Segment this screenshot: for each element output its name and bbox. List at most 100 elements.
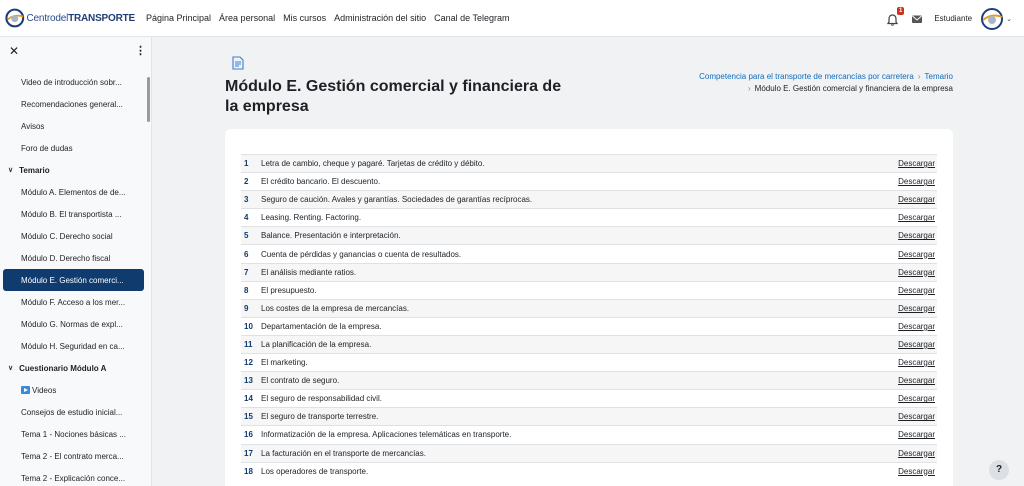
topics-table: 1 Letra de cambio, cheque y pagaré. Tarje… <box>241 154 937 480</box>
table-row: 9 Los costes de la empresa de mercancías.… <box>241 298 937 317</box>
nav-link-my-courses[interactable]: Mis cursos <box>283 13 326 23</box>
download-link[interactable]: Descargar <box>898 358 937 367</box>
drawer-item-label: Módulo F. Acceso a los mer... <box>21 297 126 307</box>
user-avatar[interactable] <box>981 7 1004 30</box>
table-row: 18 Los operadores de transporte. Descargar <box>241 461 937 480</box>
topic-number: 11 <box>244 339 253 349</box>
messages-envelope-icon[interactable] <box>910 12 924 26</box>
topic-title: La facturación en el transporte de merca… <box>261 448 426 458</box>
download-link[interactable]: Descargar <box>898 449 937 458</box>
topic-number: 14 <box>244 394 253 404</box>
topic-number: 17 <box>244 448 253 458</box>
nav-link-home[interactable]: Página Principal <box>146 13 211 23</box>
drawer-section[interactable]: ∨ Cuestionario Módulo A <box>0 357 148 379</box>
chevron-down-icon[interactable]: ∨ <box>8 364 13 372</box>
topic-title: Balance. Presentación e interpretación. <box>261 231 401 241</box>
topic-title: Departamentación de la empresa. <box>261 321 382 331</box>
download-link[interactable]: Descargar <box>898 376 937 385</box>
drawer-item-label: Foro de dudas <box>21 143 73 153</box>
topic-number: 3 <box>244 195 249 205</box>
table-row: 1 Letra de cambio, cheque y pagaré. Tarje… <box>241 154 937 173</box>
download-link[interactable]: Descargar <box>898 231 937 240</box>
topic-title: El seguro de transporte terrestre. <box>261 412 379 422</box>
drawer-item-label: Tema 2 - El contrato merca... <box>21 451 124 461</box>
nav-link-dashboard[interactable]: Área personal <box>219 13 275 23</box>
content-card: 1 Letra de cambio, cheque y pagaré. Tarje… <box>225 129 953 486</box>
drawer-item-label: Módulo A. Elementos de de... <box>21 187 126 197</box>
download-link[interactable]: Descargar <box>898 177 937 186</box>
topic-number: 6 <box>244 249 249 259</box>
download-link[interactable]: Descargar <box>898 195 937 204</box>
download-link[interactable]: Descargar <box>898 286 937 295</box>
download-link[interactable]: Descargar <box>898 430 937 439</box>
drawer-item[interactable]: Tema 2 - El contrato merca... <box>0 445 148 467</box>
download-link[interactable]: Descargar <box>898 322 937 331</box>
drawer-item[interactable]: Tema 2 - Explicación conce... <box>0 467 148 486</box>
topic-title: Los costes de la empresa de mercancías. <box>261 303 410 313</box>
drawer-item-label: Recomendaciones general... <box>21 99 123 109</box>
table-row: 3 Seguro de caución. Avales y garantías. … <box>241 190 937 209</box>
download-link[interactable]: Descargar <box>898 412 937 421</box>
drawer-item[interactable]: Módulo A. Elementos de de... <box>0 181 148 203</box>
course-index-drawer: ✕ ⋮ Video de introducción sobr... Recomen… <box>0 37 152 486</box>
drawer-item-label: Temario <box>19 165 50 175</box>
topic-number: 15 <box>244 412 253 422</box>
drawer-item[interactable]: Módulo F. Acceso a los mer... <box>0 291 148 313</box>
drawer-item[interactable]: Videos <box>0 379 148 401</box>
topic-number: 7 <box>244 267 249 277</box>
topic-number: 18 <box>244 466 253 476</box>
download-link[interactable]: Descargar <box>898 268 937 277</box>
drawer-item[interactable]: Módulo H. Seguridad en ca... <box>0 335 148 357</box>
drawer-item[interactable]: Módulo G. Normas de expl... <box>0 313 148 335</box>
drawer-item[interactable]: Módulo C. Derecho social <box>0 225 148 247</box>
drawer-item[interactable]: Módulo D. Derecho fiscal <box>0 247 148 269</box>
drawer-item[interactable]: Módulo E. Gestión comerci... <box>3 269 144 291</box>
drawer-item-label: Avisos <box>21 121 45 131</box>
user-name[interactable]: Estudiante <box>934 14 972 23</box>
drawer-section[interactable]: ∨ Temario <box>0 159 148 181</box>
drawer-item[interactable]: Avisos <box>0 115 148 137</box>
drawer-item[interactable]: Video de introducción sobr... <box>0 71 148 93</box>
page-title: Módulo E. Gestión comercial y financiera… <box>225 78 562 115</box>
topic-title: El crédito bancario. El descuento. <box>261 177 381 187</box>
notifications-button[interactable]: 1 <box>887 6 905 26</box>
table-row: 12 El marketing. Descargar <box>241 353 937 371</box>
topic-title: Cuenta de pérdidas y ganancias o cuenta … <box>261 249 462 259</box>
nav-link-telegram[interactable]: Canal de Telegram <box>434 13 509 23</box>
breadcrumb-course-link[interactable]: Competencia para el transporte de mercan… <box>699 72 914 81</box>
drawer-item[interactable]: Consejos de estudio inicial... <box>0 401 148 423</box>
download-link[interactable]: Descargar <box>898 250 937 259</box>
drawer-item[interactable]: Foro de dudas <box>0 137 148 159</box>
nav-link-site-admin[interactable]: Administración del sitio <box>334 13 426 23</box>
topic-number: 12 <box>244 358 253 368</box>
drawer-item[interactable]: Tema 1 - Nociones básicas ... <box>0 423 148 445</box>
download-link[interactable]: Descargar <box>898 304 937 313</box>
table-row: 7 El análisis mediante ratios. Descargar <box>241 262 937 281</box>
download-link[interactable]: Descargar <box>898 159 937 168</box>
table-row: 16 Informatización de la empresa. Aplicac… <box>241 425 937 443</box>
topic-number: 13 <box>244 376 253 386</box>
drawer-item-label: Módulo C. Derecho social <box>21 231 113 241</box>
close-icon[interactable]: ✕ <box>9 44 19 58</box>
site-logo[interactable]: CentrodelTRANSPORTE <box>5 3 135 33</box>
help-button[interactable]: ? <box>989 460 1009 480</box>
chevron-down-icon[interactable]: ⌄ <box>1006 15 1012 23</box>
download-link[interactable]: Descargar <box>898 340 937 349</box>
topic-number: 9 <box>244 303 249 313</box>
download-link[interactable]: Descargar <box>898 394 937 403</box>
drawer-item[interactable]: Módulo B. El transportista ... <box>0 203 148 225</box>
download-link[interactable]: Descargar <box>898 213 937 222</box>
table-row: 13 El contrato de seguro. Descargar <box>241 371 937 390</box>
download-link[interactable]: Descargar <box>898 467 937 476</box>
topic-title: Leasing. Renting. Factoring. <box>261 213 362 223</box>
topic-number: 1 <box>244 159 249 169</box>
chevron-down-icon[interactable]: ∨ <box>8 166 13 174</box>
drawer-item-label: Módulo G. Normas de expl... <box>21 319 123 329</box>
drawer-item[interactable]: Recomendaciones general... <box>0 93 148 115</box>
top-navbar: CentrodelTRANSPORTE Página Principal Áre… <box>0 0 1024 37</box>
kebab-menu-icon[interactable]: ⋮ <box>135 44 146 57</box>
breadcrumb-section-link[interactable]: Temario <box>925 72 953 81</box>
topic-title: Letra de cambio, cheque y pagaré. Tarjet… <box>261 159 485 169</box>
table-row: 6 Cuenta de pérdidas y ganancias o cuenta… <box>241 244 937 262</box>
topic-number: 2 <box>244 177 249 187</box>
